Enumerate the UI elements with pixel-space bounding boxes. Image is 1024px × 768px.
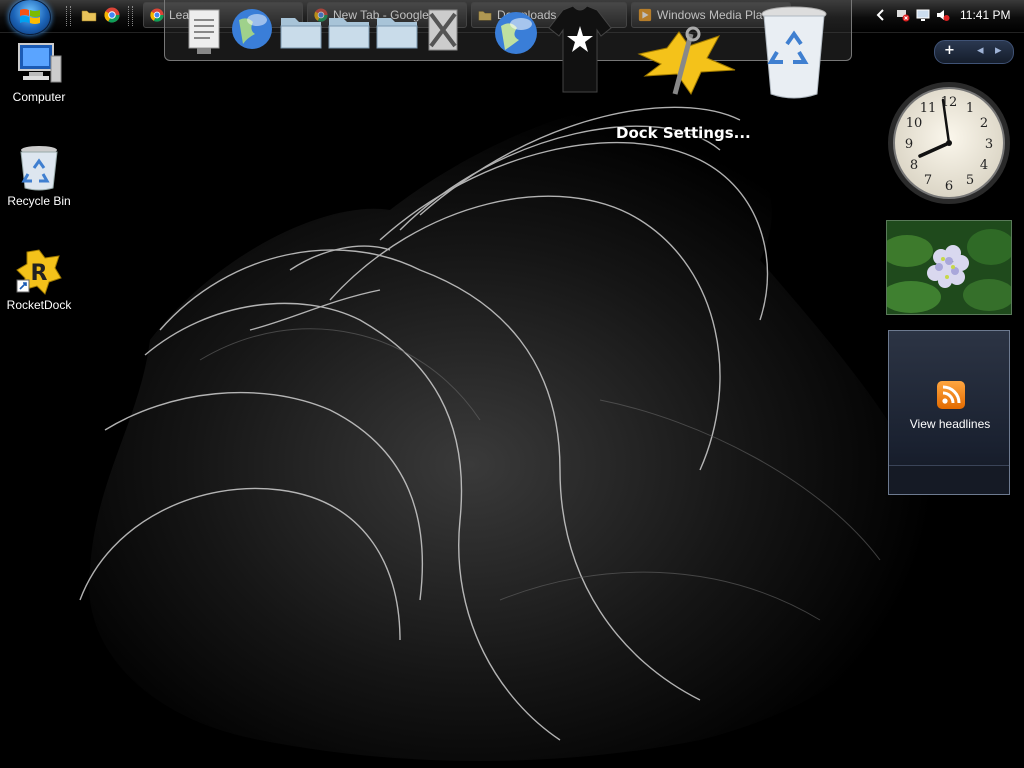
chrome-icon[interactable] <box>104 7 120 23</box>
taskbar-clock[interactable]: 11:41 PM <box>960 8 1010 22</box>
computer-icon <box>18 43 62 83</box>
wallpaper <box>0 0 1024 768</box>
desktop-icon-computer[interactable]: Computer <box>2 40 76 104</box>
folder-icon[interactable] <box>327 12 371 52</box>
monitor-icon[interactable] <box>916 8 930 22</box>
toolbar-grip[interactable] <box>66 6 71 26</box>
slideshow-gadget[interactable] <box>886 220 1012 315</box>
notepad-icon[interactable] <box>185 6 225 56</box>
network-error-icon[interactable] <box>896 8 910 22</box>
tools-icon[interactable] <box>423 6 463 54</box>
rss-icon <box>937 381 965 409</box>
feed-footer <box>889 465 1009 494</box>
clock-number: 10 <box>906 116 923 131</box>
start-button[interactable] <box>9 0 51 35</box>
sidebar-controls: + ◂ ▸ <box>934 40 1014 64</box>
windows-logo-icon <box>20 9 40 24</box>
svg-text:R: R <box>31 261 48 286</box>
next-button[interactable]: ▸ <box>995 43 1002 58</box>
tshirt-icon[interactable] <box>547 4 613 96</box>
folder-icon[interactable] <box>81 7 97 23</box>
chrome-icon <box>150 8 164 22</box>
clock-number: 2 <box>980 116 988 131</box>
chevron-left-icon[interactable] <box>876 8 886 22</box>
clock-number: 11 <box>920 101 937 116</box>
clock-number: 5 <box>966 173 974 188</box>
rocketdock-icon: R <box>16 249 62 295</box>
clock-number: 4 <box>980 158 988 173</box>
globe-icon[interactable] <box>229 6 275 52</box>
volume-muted-icon[interactable] <box>936 8 950 22</box>
clock-number: 7 <box>924 173 932 188</box>
view-headlines-link[interactable]: View headlines <box>889 417 1011 431</box>
settings-icon[interactable] <box>631 24 741 104</box>
desktop-icon-label: Computer <box>12 90 66 104</box>
folder-icon[interactable] <box>279 12 323 52</box>
clock-number: 3 <box>985 137 993 152</box>
clock-number: 8 <box>910 158 918 173</box>
clock-gadget[interactable]: 12 1 2 3 4 5 6 7 8 9 10 11 <box>886 80 1012 206</box>
desktop-icon-label: RocketDock <box>6 298 72 312</box>
folder-icon[interactable] <box>375 12 419 52</box>
previous-button[interactable]: ◂ <box>977 43 984 58</box>
rocketdock <box>164 0 852 99</box>
add-gadget-button[interactable]: + <box>944 43 955 58</box>
clock-number: 9 <box>905 137 913 152</box>
globe-icon[interactable] <box>491 10 541 56</box>
dock-tooltip: Dock Settings... <box>616 124 751 142</box>
desktop-icon-recycle-bin[interactable]: Recycle Bin <box>2 144 76 208</box>
desktop-icon-rocketdock[interactable]: R RocketDock <box>2 248 76 312</box>
toolbar-grip[interactable] <box>128 6 133 26</box>
recycle-bin-icon[interactable] <box>759 4 829 100</box>
clock-number: 6 <box>945 179 953 194</box>
feed-headlines-gadget[interactable]: View headlines <box>888 330 1010 495</box>
recycle-bin-icon <box>20 146 58 191</box>
clock-number: 1 <box>966 101 974 116</box>
desktop-icon-label: Recycle Bin <box>7 194 71 208</box>
